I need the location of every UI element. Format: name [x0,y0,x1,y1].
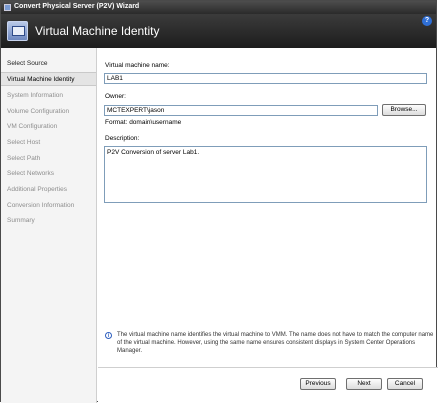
form-area: Virtual machine name: LAB1 Owner: MCTEXP… [98,48,437,358]
title-bar: Convert Physical Server (P2V) Wizard [1,1,436,14]
owner-label: Owner: [105,93,126,100]
vm-name-label: Virtual machine name: [105,62,170,69]
info-panel: i The virtual machine name identifies th… [105,331,435,361]
browse-button[interactable]: Browse... [382,104,426,116]
window-title: Convert Physical Server (P2V) Wizard [14,3,140,10]
sidebar-item-select-source[interactable]: Select Source [1,57,96,71]
sidebar-item-system-information: System Information [7,92,63,99]
info-text: The virtual machine name identifies the … [117,332,434,354]
virtual-machine-icon [7,21,28,41]
wizard-window: Convert Physical Server (P2V) Wizard Vir… [0,0,438,403]
wizard-steps-sidebar: Select Source Virtual Machine Identity S… [1,48,97,403]
sidebar-item-select-path: Select Path [7,155,41,162]
sidebar-item-summary: Summary [7,217,35,224]
help-icon[interactable]: ? [422,16,432,26]
previous-button[interactable]: Previous [300,378,336,390]
info-icon: i [105,332,112,339]
wizard-footer: Previous Next Cancel [98,367,438,402]
description-textarea[interactable]: P2V Conversion of server Lab1. [104,146,427,203]
sidebar-item-volume-configuration: Volume Configuration [7,108,70,115]
sidebar-item-conversion-information: Conversion Information [7,202,75,209]
next-button[interactable]: Next [346,378,382,390]
page-title: Virtual Machine Identity [35,24,160,38]
sidebar-item-virtual-machine-identity[interactable]: Virtual Machine Identity [1,72,96,86]
sidebar-item-additional-properties: Additional Properties [7,186,67,193]
app-icon [4,4,11,11]
sidebar-item-select-networks: Select Networks [7,170,54,177]
sidebar-item-select-host: Select Host [7,139,41,146]
wizard-header: Virtual Machine Identity ? [1,14,436,48]
description-label: Description: [105,135,140,142]
owner-input[interactable]: MCTEXPERT\jason [104,105,378,116]
format-hint: Format: domain\username [105,119,182,126]
vm-name-input[interactable]: LAB1 [104,73,427,84]
sidebar-item-vm-configuration: VM Configuration [7,123,58,130]
cancel-button[interactable]: Cancel [387,378,423,390]
